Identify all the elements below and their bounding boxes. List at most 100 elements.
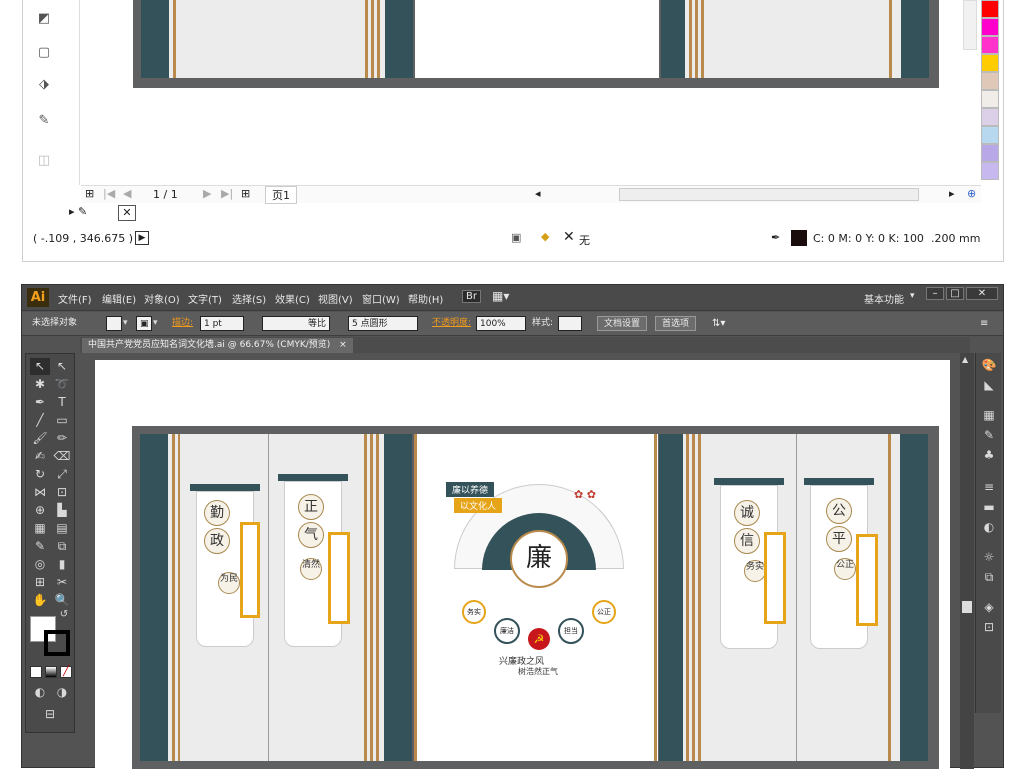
graphic-styles-icon[interactable]: ⧉ (980, 569, 998, 585)
scale-tool-icon[interactable]: ⤢ (52, 466, 72, 483)
color-guide-icon[interactable]: ◣ (980, 377, 998, 393)
magic-wand-tool-icon[interactable]: ✱ (30, 376, 50, 393)
eyedropper-tool-icon[interactable]: ✎ (35, 112, 53, 130)
scroll-left-icon[interactable]: ◂ (535, 187, 541, 200)
brush-definition[interactable]: 5 点圆形 (348, 316, 418, 331)
appearance-icon[interactable]: ☼ (980, 549, 998, 565)
menu-effect[interactable]: 效果(C) (275, 291, 310, 306)
horizontal-scrollbar[interactable] (619, 188, 919, 201)
workspace-switcher[interactable]: 基本功能 (864, 291, 904, 306)
gradient-panel-icon[interactable]: ▬ (980, 499, 998, 515)
arrange-icon[interactable]: ⇅▾ (712, 316, 725, 331)
panel-menu-icon[interactable]: ≡ (980, 316, 988, 331)
page-tab[interactable]: 页1 (265, 186, 297, 204)
scroll-up-icon[interactable]: ▲ (962, 355, 968, 364)
no-fill-swatch[interactable]: ✕ (118, 205, 136, 221)
blend-tool-icon[interactable]: ⬗ (35, 76, 53, 94)
direct-selection-tool-icon[interactable]: ↖ (52, 358, 72, 375)
artboard-tool-icon[interactable]: ⊞ (30, 574, 50, 591)
menu-object[interactable]: 对象(O) (144, 291, 180, 306)
scroll-right-icon[interactable]: ▸ (949, 187, 955, 200)
artboard-canvas[interactable]: 勤 政 为民 正 气 清然 廉 廉以养德 以文化人 ✿ ✿ 务实 公正 廉洁 担… (95, 360, 950, 769)
blend-tool-icon[interactable]: ⧉ (52, 538, 72, 555)
menu-window[interactable]: 窗口(W) (362, 291, 400, 306)
color-mode-icon[interactable] (30, 666, 42, 678)
play-icon[interactable]: ▶ (135, 231, 149, 245)
brushes-icon[interactable]: ✎ (980, 427, 998, 443)
fill-bucket-icon[interactable]: ◆ (541, 230, 549, 243)
pen-icon[interactable]: ✒ (771, 231, 780, 244)
outline-color-swatch[interactable] (791, 230, 807, 246)
color-palette[interactable] (981, 0, 1003, 180)
close-tab-icon[interactable]: × (339, 340, 347, 350)
hand-tool-icon[interactable]: ✋ (30, 592, 50, 609)
column-graph-tool-icon[interactable]: ▮ (52, 556, 72, 573)
layers-icon[interactable]: ◈ (980, 599, 998, 615)
shape-builder-tool-icon[interactable]: ⊕ (30, 502, 50, 519)
stroke-color-icon[interactable] (44, 630, 70, 656)
slice-tool-icon[interactable]: ✂ (52, 574, 72, 591)
eyedropper-tool-icon[interactable]: ✎ (30, 538, 50, 555)
swatch[interactable] (981, 162, 999, 180)
pick-tool-icon[interactable]: ▸ ✎ (69, 205, 87, 218)
draw-behind-icon[interactable]: ◑ (52, 684, 72, 701)
symbols-icon[interactable]: ♣ (980, 447, 998, 463)
swatches-icon[interactable]: ▦ (980, 407, 998, 423)
transparency-icon[interactable]: ◐ (980, 519, 998, 535)
fill-tool-icon[interactable]: ◩ (35, 10, 53, 28)
pen-tool-icon[interactable]: ✒ (30, 394, 50, 411)
opacity-field[interactable]: 100% (476, 316, 526, 331)
free-transform-tool-icon[interactable]: ⊡ (52, 484, 72, 501)
menu-view[interactable]: 视图(V) (318, 291, 353, 306)
bridge-button[interactable]: Br (462, 290, 481, 303)
menu-edit[interactable]: 编辑(E) (102, 291, 136, 306)
swatch[interactable] (981, 36, 999, 54)
gradient-tool-icon[interactable]: ▤ (52, 520, 72, 537)
line-tool-icon[interactable]: ╱ (30, 412, 50, 429)
scroll-thumb[interactable] (962, 601, 972, 613)
eraser-tool-icon[interactable]: ⌫ (52, 448, 72, 465)
width-tool-icon[interactable]: ⋈ (30, 484, 50, 501)
swatch[interactable] (981, 108, 999, 126)
interactive-tool-icon[interactable]: ◫ (35, 152, 53, 170)
paintbrush-tool-icon[interactable]: 🖌 (30, 430, 50, 447)
pencil-tool-icon[interactable]: ✏ (52, 430, 72, 447)
artboards-icon[interactable]: ⊡ (980, 619, 998, 635)
menu-help[interactable]: 帮助(H) (408, 291, 443, 306)
maximize-button[interactable]: □ (946, 287, 964, 300)
perspective-grid-tool-icon[interactable]: ▙ (52, 502, 72, 519)
type-tool-icon[interactable]: T (52, 394, 72, 411)
swatch[interactable] (981, 90, 999, 108)
document-icon[interactable]: ▣ (511, 231, 521, 244)
fill-swatch[interactable] (106, 316, 122, 331)
swatch[interactable] (981, 126, 999, 144)
opacity-label[interactable]: 不透明度: (432, 316, 471, 331)
rectangle-tool-icon[interactable]: ▭ (52, 412, 72, 429)
prev-page-icon[interactable]: ◀ (123, 187, 131, 200)
draw-normal-icon[interactable]: ◐ (30, 684, 50, 701)
swap-colors-icon[interactable]: ↺ (54, 606, 74, 623)
first-page-icon[interactable]: |◀ (103, 187, 115, 200)
stroke-weight-field[interactable]: 1 pt (200, 316, 244, 331)
close-button[interactable]: ✕ (966, 287, 998, 300)
menu-type[interactable]: 文字(T) (188, 291, 222, 306)
menu-select[interactable]: 选择(S) (232, 291, 266, 306)
chevron-down-icon[interactable]: ▾ (123, 316, 128, 331)
minimize-button[interactable]: – (926, 287, 944, 300)
swatch[interactable] (981, 54, 999, 72)
symbol-sprayer-tool-icon[interactable]: ◎ (30, 556, 50, 573)
document-tab[interactable]: 中国共产党党员应知名词文化墙.ai @ 66.67% (CMYK/预览) × (82, 338, 353, 353)
vertical-scrollbar[interactable] (963, 0, 977, 50)
document-setup-button[interactable]: 文档设置 (597, 316, 648, 331)
zoom-icon[interactable]: ⊕ (967, 187, 976, 200)
chevron-down-icon[interactable]: ▾ (910, 291, 915, 301)
canvas-vertical-scrollbar[interactable]: ▲ (960, 353, 974, 769)
mesh-tool-icon[interactable]: ▦ (30, 520, 50, 537)
menu-file[interactable]: 文件(F) (58, 291, 92, 306)
blob-brush-tool-icon[interactable]: ✍ (30, 448, 50, 465)
screen-mode-icon[interactable]: ⊟ (40, 706, 60, 723)
rotate-tool-icon[interactable]: ↻ (30, 466, 50, 483)
lasso-tool-icon[interactable]: ➰ (52, 376, 72, 393)
shape-tool-icon[interactable]: ▢ (35, 44, 53, 62)
preferences-button[interactable]: 首选项 (655, 316, 697, 331)
